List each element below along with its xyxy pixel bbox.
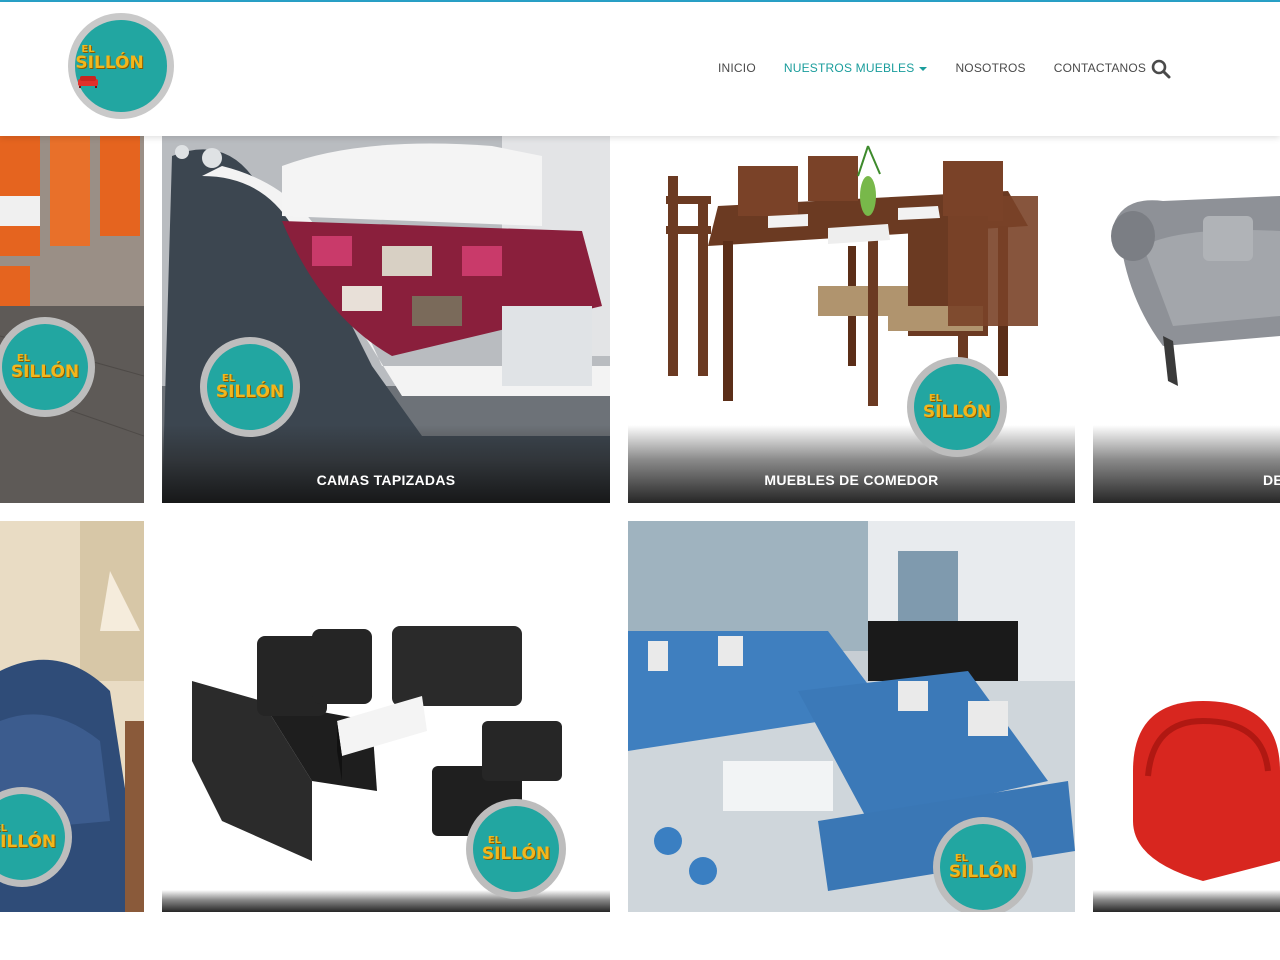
watermark-badge: ELSILLÓN xyxy=(933,817,1033,912)
watermark-badge-disc: ELSILLÓN xyxy=(473,806,559,892)
card-shade xyxy=(162,425,610,503)
watermark-sillon: SILLÓN xyxy=(948,861,1018,882)
category-card-ottoman[interactable] xyxy=(1093,521,1280,912)
card-shade xyxy=(628,425,1075,503)
watermark-wordmark: ELSILLÓN xyxy=(948,853,1018,882)
watermark-sillon: SILLÓN xyxy=(215,381,285,402)
watermark-badge-disc: ELSILLÓN xyxy=(207,344,293,430)
search-icon[interactable] xyxy=(1150,58,1172,80)
watermark-badge-disc: ELSILLÓN xyxy=(914,364,1000,450)
watermark-wordmark: ELSILLÓN xyxy=(481,835,551,864)
watermark-wordmark: ELSILLÓN xyxy=(0,823,57,852)
logo-disc: EL SILLÓN xyxy=(75,20,167,112)
logo-line-sillon: SILLÓN xyxy=(75,52,144,73)
card-shade xyxy=(1093,890,1280,912)
card-shade xyxy=(162,890,610,912)
card-caption: MUEBLES DE COMEDOR xyxy=(764,472,939,488)
watermark-sillon: SILLÓN xyxy=(922,401,992,422)
caret-down-icon xyxy=(919,66,928,71)
nav-contactanos[interactable]: CONTACTANOS xyxy=(1054,61,1146,75)
watermark-wordmark: ELSILLÓN xyxy=(215,373,285,402)
sofa-icon xyxy=(78,75,99,88)
nav-nosotros[interactable]: NOSOTROS xyxy=(955,61,1025,75)
watermark-badge-disc: ELSILLÓN xyxy=(0,794,65,880)
nav-inicio[interactable]: INICIO xyxy=(718,61,756,75)
watermark-sillon: SILLÓN xyxy=(0,831,57,852)
logo-wordmark: EL SILLÓN xyxy=(75,44,166,88)
category-card-leather-set[interactable]: EL SILLÓN xyxy=(162,521,610,912)
watermark-wordmark: ELSILLÓN xyxy=(922,393,992,422)
main-nav: INICIO NUESTROS MUEBLES NOSOTROS CONTACT… xyxy=(704,58,1160,78)
card-caption: DE xyxy=(1263,472,1280,488)
watermark-badge-disc: ELSILLÓN xyxy=(940,824,1026,910)
site-header: EL SILLÓN INICIO NUESTROS MUEBLES NOSOTR… xyxy=(0,2,1280,136)
nav-nuestros-muebles[interactable]: NUESTROS MUEBLES xyxy=(784,61,928,75)
site-logo[interactable]: EL SILLÓN xyxy=(68,13,174,119)
booths-photo xyxy=(0,136,144,503)
watermark-badge: ELSILLÓN xyxy=(200,337,300,437)
category-card-chaise[interactable]: DE xyxy=(1093,136,1280,503)
watermark-badge-disc: ELSILLÓN xyxy=(2,324,88,410)
category-card-camas-tapizadas[interactable]: CAMAS TAPIZADAS EL SILLÓN xyxy=(162,136,610,503)
card-shade xyxy=(1093,425,1280,503)
card-caption: CAMAS TAPIZADAS xyxy=(316,472,456,488)
watermark-wordmark: ELSILLÓN xyxy=(10,353,80,382)
watermark-badge: ELSILLÓN xyxy=(466,799,566,899)
watermark-badge: ELSILLÓN xyxy=(907,357,1007,457)
watermark-sillon: SILLÓN xyxy=(481,843,551,864)
category-card-slipcover[interactable]: ELSILLÓN xyxy=(0,521,144,912)
category-card-sectional[interactable]: EL SILLÓN xyxy=(628,521,1075,912)
watermark-sillon: SILLÓN xyxy=(10,361,80,382)
nav-nuestros-muebles-label: NUESTROS MUEBLES xyxy=(783,61,915,75)
ottoman-photo xyxy=(1093,521,1280,912)
category-card-booths[interactable]: EL SILLÓN xyxy=(0,136,144,503)
category-card-muebles-de-comedor[interactable]: MUEBLES DE COMEDOR EL SILLÓN xyxy=(628,136,1075,503)
